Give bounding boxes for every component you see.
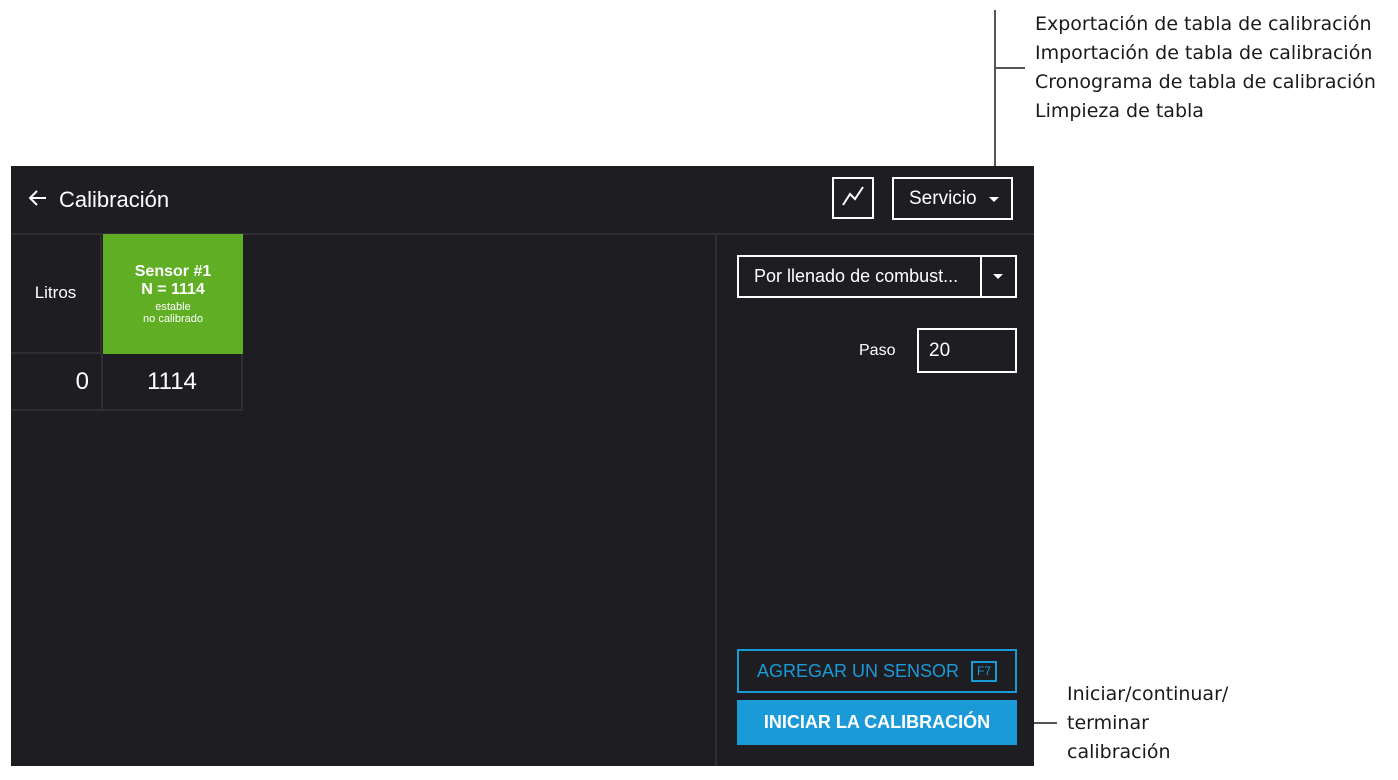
sensor-column-header[interactable]: Sensor #1 N = 1114 estable no calibrado [103,234,243,354]
calibration-mode-dropdown[interactable] [980,257,1015,296]
service-callout-line-h [995,67,1025,69]
callout-start-3: calibración [1067,741,1171,763]
add-sensor-label: AGREGAR UN SENSOR [756,660,960,681]
callout-start-1: Iniciar/continuar/ [1067,683,1229,705]
callout-import: Importación de tabla de calibración [1035,42,1373,64]
calibration-window: Calibración Servicio Litros Sensor #1 N … [11,166,1034,766]
calibration-mode-select[interactable]: Por llenado de combust... [737,255,1017,298]
shortcut-badge: F7 [971,660,998,682]
service-label: Servicio [909,187,977,209]
callout-clear: Limpieza de tabla [1035,100,1204,122]
step-input[interactable] [917,328,1017,373]
callout-export: Exportación de tabla de calibración [1035,13,1372,35]
chart-button[interactable] [832,177,874,219]
sensor-calibration-state: no calibrado [143,313,203,325]
line-chart-icon [841,184,865,213]
service-callout-line-v [994,10,996,186]
calibration-mode-value: Por llenado de combust... [754,266,959,286]
table-cell-litros[interactable]: 0 [11,354,103,411]
litros-column-header: Litros [11,234,102,354]
start-callout: Iniciar/continuar/ terminar calibración [1067,680,1228,767]
panel-divider [715,234,717,766]
chevron-down-icon [989,197,999,202]
header-bar: Calibración Servicio [11,166,1034,235]
sensor-state: estable [155,301,191,313]
page-title: Calibración [59,187,170,212]
start-calibration-button[interactable]: INICIAR LA CALIBRACIÓN [737,700,1017,745]
callout-schedule: Cronograma de tabla de calibración [1035,71,1376,93]
table-cell-sensor-value[interactable]: 1114 [103,354,243,411]
back-button[interactable]: Calibración [27,184,169,216]
service-menu-callout: Exportación de tabla de calibración Impo… [1035,10,1376,126]
callout-start-2: terminar [1067,712,1149,734]
add-sensor-button[interactable]: AGREGAR UN SENSOR F7 [737,649,1017,693]
arrow-left-icon [27,187,49,214]
service-menu-button[interactable]: Servicio [892,177,1013,220]
sensor-name: Sensor #1 [134,263,212,280]
step-label: Paso [859,342,896,359]
sensor-n-value: N = 1114 [141,281,205,298]
chevron-down-icon [993,274,1003,279]
